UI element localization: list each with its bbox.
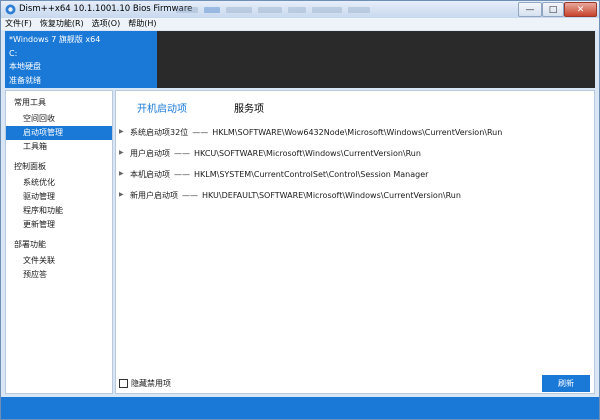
list-item[interactable]: ▶ 本机启动项 —— HKLM\SYSTEM\CurrentControlSet… [119,168,428,180]
sidebar-item-space-cleanup[interactable]: 空间回收 [6,112,112,126]
sidebar-group-control-panel: 控制面板 [14,162,46,171]
sidebar-item-update-manager[interactable]: 更新管理 [6,218,112,232]
hide-disabled-label: 隐藏禁用项 [131,379,171,388]
triangle-right-icon[interactable]: ▶ [119,150,125,156]
menu-help[interactable]: 帮助(H) [124,18,160,30]
sidebar-group-common-tools: 常用工具 [14,98,46,107]
hide-disabled-option[interactable]: 隐藏禁用项 [119,378,171,389]
entry-name: 本机启动项 [130,169,170,179]
hide-disabled-checkbox[interactable] [119,379,128,388]
sidebar-item-system-optimize[interactable]: 系统优化 [6,176,112,190]
sidebar-item-startup-manager[interactable]: 启动项管理 [6,126,112,140]
entry-separator: —— [192,127,209,137]
sidebar-item-answer-file[interactable]: 预应答 [6,268,112,282]
main-panel: 开机启动项 服务项 ▶ 系统启动项32位 —— HKLM\SOFTWARE\Wo… [115,90,595,394]
sidebar-item-file-association[interactable]: 文件关联 [6,254,112,268]
entry-path: HKU\DEFAULT\SOFTWARE\Microsoft\Windows\C… [202,190,461,200]
triangle-right-icon[interactable]: ▶ [119,129,125,135]
list-item[interactable]: ▶ 用户启动项 —— HKCU\SOFTWARE\Microsoft\Windo… [119,147,421,159]
refresh-button[interactable]: 刷新 [542,375,590,392]
status-text: 准备就绪 [9,75,41,85]
entry-separator: —— [182,190,198,200]
entry-path: HKLM\SOFTWARE\Wow6432Node\Microsoft\Wind… [212,127,503,137]
close-icon: ✕ [576,4,585,15]
maximize-button[interactable]: □ [542,2,564,17]
sidebar-group-deployment: 部署功能 [14,240,46,249]
drive-letter: C: [9,48,18,58]
window-title: Dism++x64 10.1.1001.10 Bios Firmware [19,4,193,14]
entry-name: 新用户启动项 [130,190,178,200]
entry-name: 用户启动项 [130,148,170,158]
sidebar-item-programs-features[interactable]: 程序和功能 [6,204,112,218]
system-info-panel[interactable]: *Windows 7 旗舰版 x64 C: 本地硬盘 准备就绪 [5,31,157,88]
sidebar-item-toolbox[interactable]: 工具箱 [6,140,112,154]
menu-recovery[interactable]: 恢复功能(R) [36,18,88,30]
entry-separator: —— [174,148,190,158]
menu-options[interactable]: 选项(O) [88,18,125,30]
triangle-right-icon[interactable]: ▶ [119,171,125,177]
entry-path: HKLM\SYSTEM\CurrentControlSet\Control\Se… [194,169,429,179]
session-list-panel [157,31,595,88]
minimize-button[interactable]: — [518,2,542,17]
sidebar-item-driver-manager[interactable]: 驱动管理 [6,190,112,204]
entry-separator: —— [174,169,190,179]
close-button[interactable]: ✕ [564,2,597,17]
triangle-right-icon[interactable]: ▶ [119,192,125,198]
os-name: *Windows 7 旗舰版 x64 [9,35,101,44]
status-bar [1,397,599,419]
disk-type: 本地硬盘 [9,62,41,71]
background-window-ghost [176,5,436,14]
title-bar[interactable]: Dism++x64 10.1.1001.10 Bios Firmware — □… [1,1,599,18]
list-item[interactable]: ▶ 系统启动项32位 —— HKLM\SOFTWARE\Wow6432Node\… [119,126,502,138]
entry-name: 系统启动项32位 [130,127,189,137]
tab-services[interactable]: 服务项 [234,100,264,115]
maximize-icon: □ [548,4,558,15]
minimize-icon: — [525,4,535,15]
menu-bar: 文件(F) 恢复功能(R) 选项(O) 帮助(H) [1,18,599,30]
menu-file[interactable]: 文件(F) [1,18,36,30]
tab-startup-items[interactable]: 开机启动项 [137,100,187,115]
entry-path: HKCU\SOFTWARE\Microsoft\Windows\CurrentV… [194,148,421,158]
sidebar: 常用工具 空间回收 启动项管理 工具箱 控制面板 系统优化 驱动管理 程序和功能… [5,90,113,394]
list-item[interactable]: ▶ 新用户启动项 —— HKU\DEFAULT\SOFTWARE\Microso… [119,189,461,201]
app-window: Dism++x64 10.1.1001.10 Bios Firmware — □… [0,0,600,420]
tab-bar: 开机启动项 服务项 [116,91,594,117]
dism-logo-icon [5,4,16,15]
